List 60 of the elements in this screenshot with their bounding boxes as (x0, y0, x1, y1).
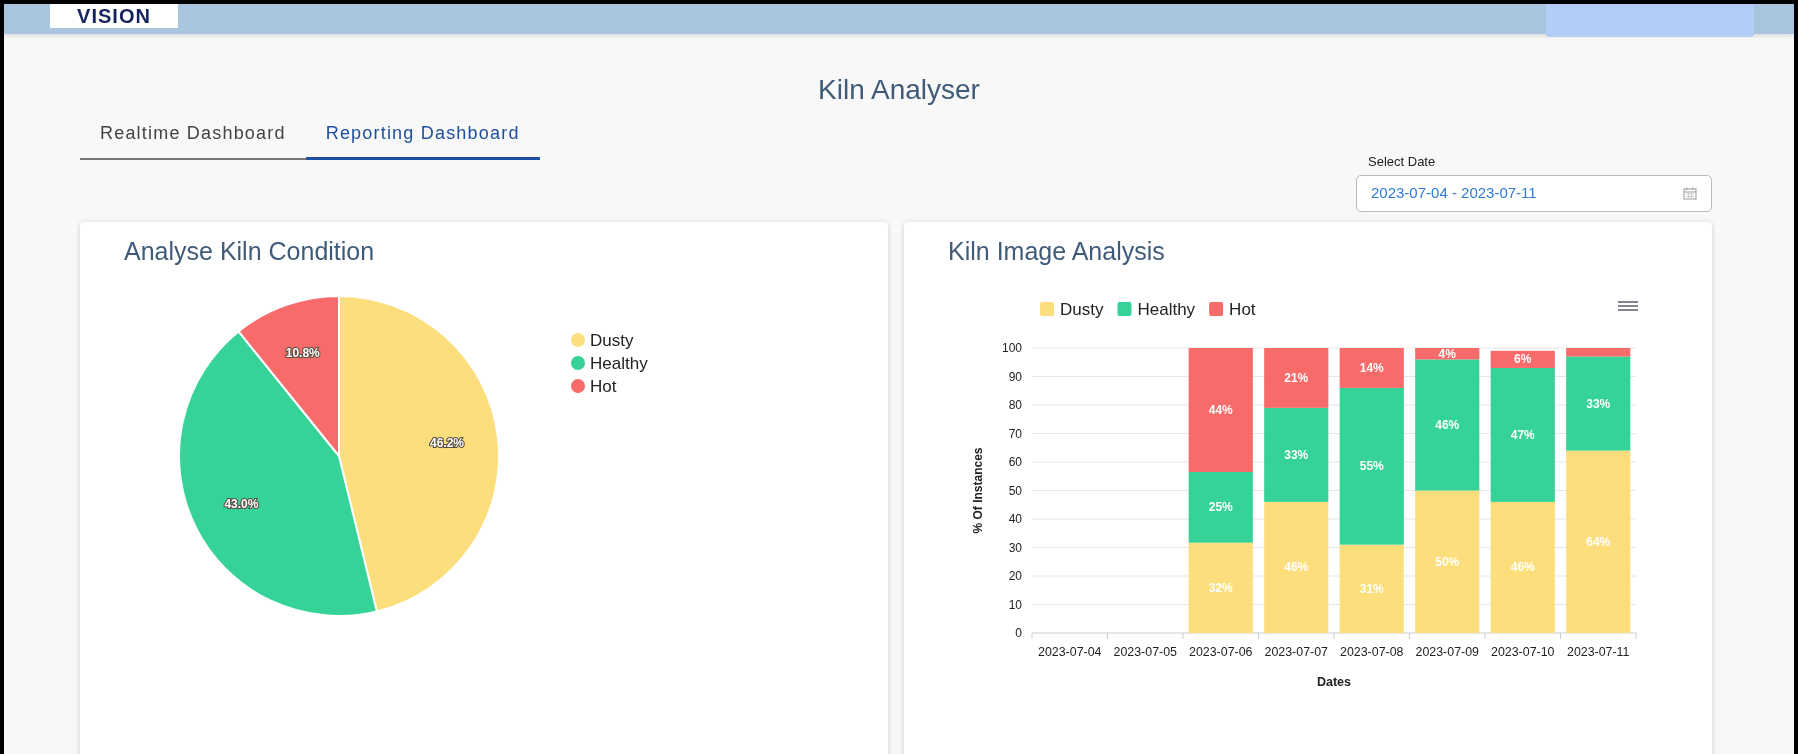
axis-tick-label: 2023-07-10 (1491, 645, 1555, 660)
card-title: Kiln Image Analysis (947, 236, 1166, 267)
axis-tick-label: 80 (1008, 398, 1022, 413)
legend-item[interactable]: Hot (1209, 300, 1256, 320)
card-title: Analyse Kiln Condition (123, 236, 376, 267)
legend-label: Healthy (1137, 300, 1196, 320)
date-label: Select Date (1367, 152, 1437, 171)
legend-label: Hot (1229, 300, 1256, 320)
bar-value-label: 44% (1208, 403, 1233, 418)
axis-tick-label: 60 (1008, 455, 1022, 470)
legend-item[interactable]: Dusty (1040, 300, 1104, 320)
bar-value-label: 46% (1284, 560, 1309, 575)
axis-tick-label: 2023-07-11 (1567, 645, 1630, 660)
axis-tick-label: 2023-07-06 (1189, 645, 1253, 660)
axis-tick-label: 2023-07-08 (1340, 645, 1404, 660)
bar-value-label: 50% (1435, 554, 1460, 569)
legend-label[interactable]: Healthy (590, 354, 648, 374)
axis-tick-label: 2023-07-05 (1113, 645, 1177, 660)
legend-item[interactable]: Healthy (1117, 300, 1196, 320)
bar-value-label: 33% (1284, 447, 1309, 462)
axis-tick-label: 40 (1008, 512, 1022, 527)
axis-tick-label: 100 (1001, 341, 1022, 356)
slice-label: 10.8% (285, 346, 320, 361)
bar-value-label: 21% (1284, 371, 1309, 385)
logo: VISION (50, 4, 178, 28)
bar-value-label: 6% (1514, 352, 1532, 367)
bar-value-label: 64% (1586, 534, 1611, 549)
slice-label: 43.0% (224, 497, 259, 512)
axis-tick-label: 20 (1008, 569, 1022, 584)
bar-value-label: 14% (1359, 361, 1384, 376)
axis-tick-label: 50 (1008, 483, 1022, 498)
page-title: Kiln Analyser (817, 73, 981, 107)
bar-value-label: 55% (1359, 459, 1384, 474)
bar-value-label: 4% (1438, 346, 1456, 361)
calendar-icon (1683, 187, 1697, 201)
legend-label: Dusty (1060, 300, 1104, 320)
bar-value-label: 33% (1586, 396, 1611, 411)
axis-tick-label: 90 (1008, 369, 1022, 384)
dashboard-tab[interactable]: Reporting Dashboard (305, 111, 540, 160)
axis-tick-label: 2023-07-07 (1264, 645, 1328, 660)
axis-tick-label: 10 (1008, 597, 1022, 612)
axis-tick-label: 2023-07-04 (1038, 645, 1102, 660)
axis-title: Dates (1317, 675, 1351, 690)
bar-value-label: 31% (1359, 581, 1384, 596)
axis-tick-label: 70 (1008, 426, 1022, 441)
bar-value-label: 32% (1208, 580, 1233, 595)
bar-value-label: 46% (1435, 418, 1460, 433)
axis-tick-label: 2023-07-09 (1415, 645, 1479, 660)
legend-label[interactable]: Hot (590, 377, 617, 397)
legend-label[interactable]: Dusty (590, 331, 634, 351)
slice-label: 46.2% (430, 436, 465, 451)
bar-value-label: 47% (1510, 428, 1535, 442)
bar-value-label: 25% (1208, 500, 1233, 515)
bar-value-label: 46% (1510, 560, 1535, 575)
dashboard-tab[interactable]: Realtime Dashboard (80, 111, 306, 160)
axis-title: % Of Instances (971, 447, 985, 534)
axis-tick-label: 30 (1008, 540, 1022, 555)
menu-icon[interactable] (1617, 301, 1639, 311)
date-range-field[interactable]: 2023-07-04 - 2023-07-11 (1356, 175, 1712, 213)
axis-tick-label: 0 (1015, 626, 1022, 641)
